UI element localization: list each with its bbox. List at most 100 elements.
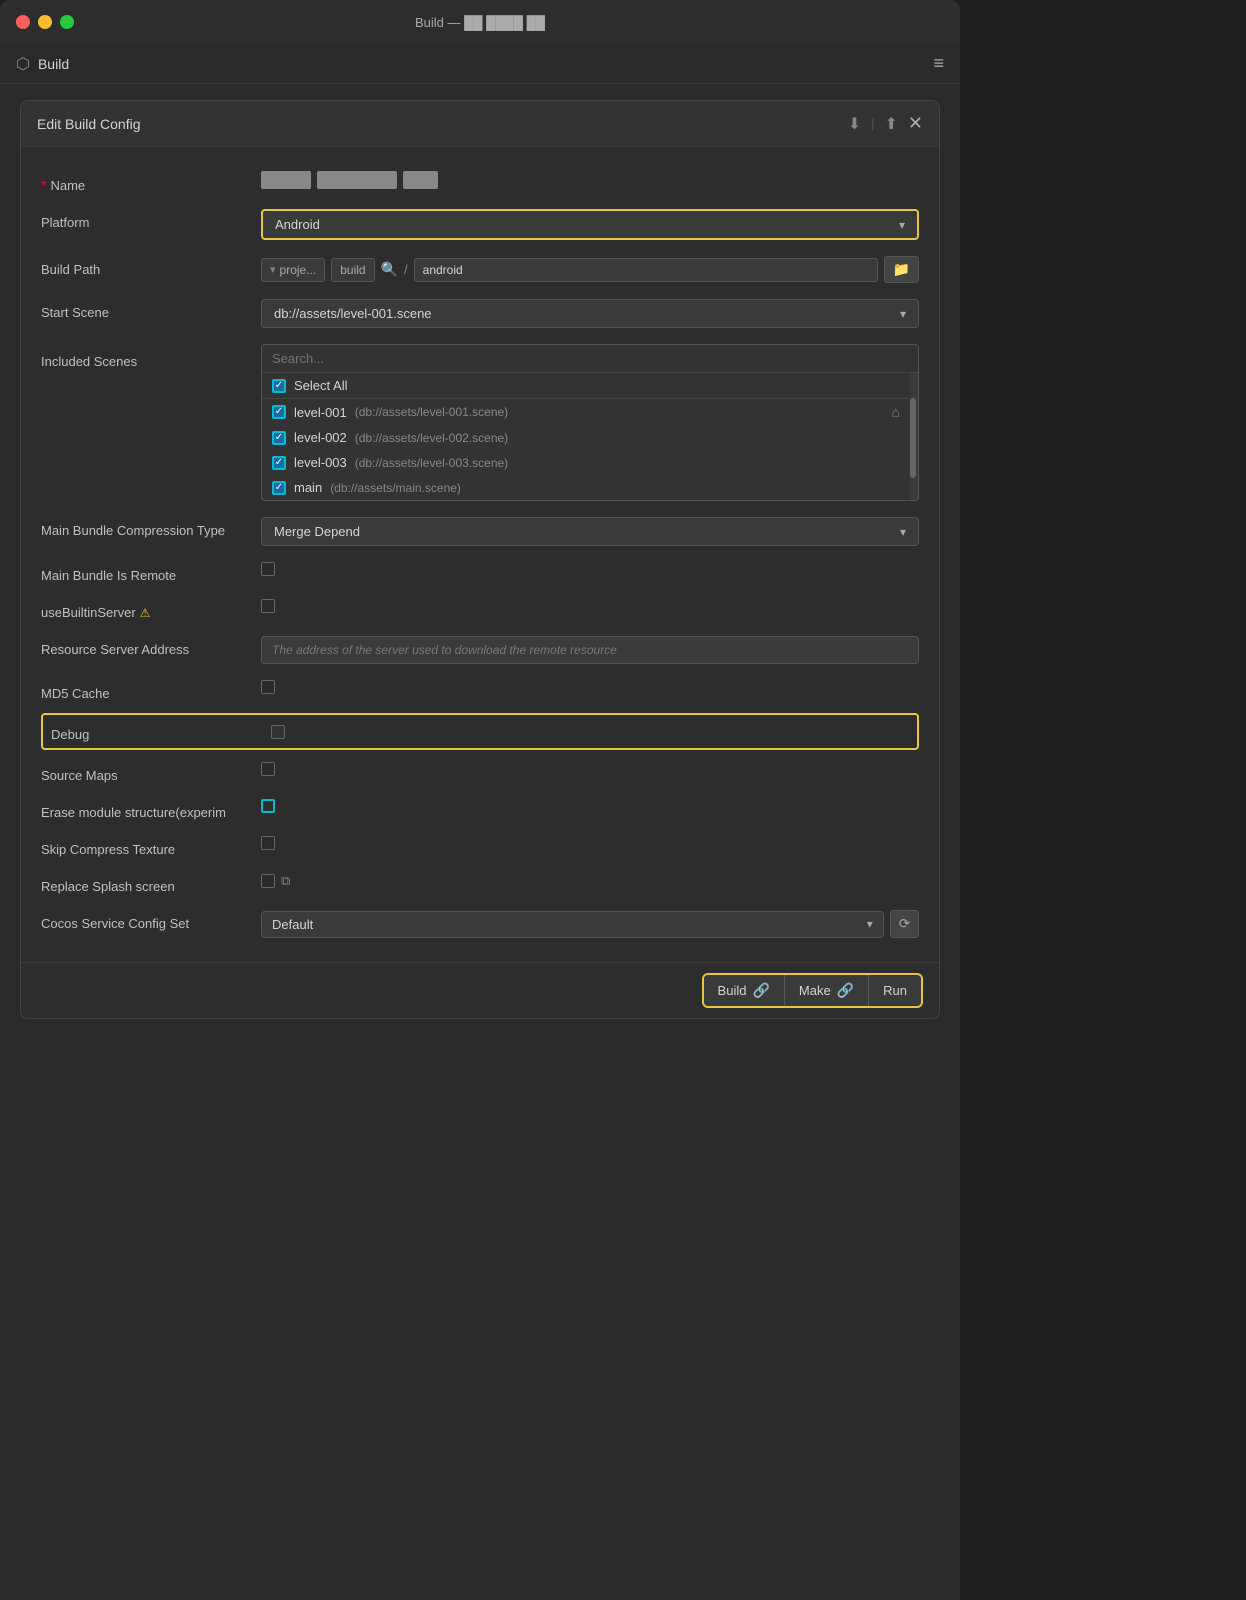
name-block-1 [261, 171, 311, 189]
skip-compress-control [261, 836, 919, 850]
dialog-footer: Build 🔗 Make 🔗 Run [21, 962, 939, 1018]
footer-buttons: Build 🔗 Make 🔗 Run [702, 973, 923, 1008]
dialog-header: Edit Build Config ⬇ | ⬆ ✕ [21, 101, 939, 147]
scenes-panel: ✓ Select All ✓ level-001 [261, 344, 919, 501]
window-controls [16, 15, 74, 29]
build-path-row: Build Path ▾ proje... build 🔍 / android [41, 248, 919, 291]
cocos-config-control: Default ▾ ⟳ [261, 910, 919, 938]
select-all-checkbox[interactable]: ✓ [272, 379, 286, 393]
run-button[interactable]: Run [869, 976, 921, 1005]
cocos-config-value: Default [272, 917, 313, 932]
start-scene-label: Start Scene [41, 299, 261, 320]
build-button[interactable]: Build 🔗 [704, 975, 785, 1006]
build-path-control: ▾ proje... build 🔍 / android 📁 [261, 256, 919, 283]
replace-splash-checkbox[interactable] [261, 874, 275, 888]
skip-compress-checkbox[interactable] [261, 836, 275, 850]
replace-splash-label: Replace Splash screen [41, 873, 261, 894]
compression-label: Main Bundle Compression Type [41, 517, 261, 538]
cocos-config-row-inner: Default ▾ ⟳ [261, 910, 919, 938]
resource-server-control[interactable]: The address of the server used to downlo… [261, 636, 919, 664]
maximize-window-button[interactable] [60, 15, 74, 29]
download-icon[interactable]: ⬇ [848, 114, 861, 134]
platform-select[interactable]: Android ▾ [261, 209, 919, 240]
minimize-window-button[interactable] [38, 15, 52, 29]
scene-checkbox-level003[interactable]: ✓ [272, 456, 286, 470]
builtin-server-label: useBuiltinServer ⚠ [41, 599, 261, 620]
select-all-item[interactable]: ✓ Select All [262, 373, 910, 399]
scene-name-main: main [294, 480, 322, 495]
name-control [261, 171, 919, 189]
close-window-button[interactable] [16, 15, 30, 29]
builtin-server-control [261, 599, 919, 613]
close-dialog-button[interactable]: ✕ [908, 113, 923, 134]
scene-checkbox-level002[interactable]: ✓ [272, 431, 286, 445]
source-maps-control [261, 762, 919, 776]
appbar: ⬡ Build ≡ [0, 44, 960, 84]
dialog-title: Edit Build Config [37, 116, 141, 132]
platform-control[interactable]: Android ▾ [261, 209, 919, 240]
external-link-icon[interactable]: ⧉ [281, 873, 290, 889]
chevron-down-icon: ▾ [900, 525, 906, 539]
name-block-3 [403, 171, 438, 189]
md5-cache-checkbox[interactable] [261, 680, 275, 694]
compression-control[interactable]: Merge Depend ▾ [261, 517, 919, 546]
chevron-down-icon: ▾ [900, 307, 906, 321]
name-block-2 [317, 171, 397, 189]
menu-icon[interactable]: ≡ [933, 53, 944, 74]
replace-splash-control: ⧉ [261, 873, 919, 889]
source-maps-checkbox[interactable] [261, 762, 275, 776]
scene-checkbox-level001[interactable]: ✓ [272, 405, 286, 419]
cocos-config-row: Cocos Service Config Set Default ▾ ⟳ [41, 902, 919, 946]
cocos-config-action-button[interactable]: ⟳ [890, 910, 919, 938]
select-all-label: Select All [294, 378, 347, 393]
scene-path-level003: (db://assets/level-003.scene) [355, 456, 508, 470]
compression-select[interactable]: Merge Depend ▾ [261, 517, 919, 546]
compression-value: Merge Depend [274, 524, 360, 539]
scenes-content: ✓ Select All ✓ level-001 [262, 373, 910, 500]
resource-server-label: Resource Server Address [41, 636, 261, 657]
scene-item-level001[interactable]: ✓ level-001 (db://assets/level-001.scene… [262, 399, 910, 425]
scenes-scrollbar[interactable] [910, 373, 918, 500]
erase-module-checkbox[interactable] [261, 799, 275, 813]
erase-module-control [261, 799, 919, 813]
export-icon[interactable]: ⬆ [885, 114, 898, 134]
make-button[interactable]: Make 🔗 [785, 975, 869, 1006]
cocos-config-select[interactable]: Default ▾ [261, 911, 884, 938]
included-scenes-label: Included Scenes [41, 344, 261, 369]
name-input-visual [261, 171, 919, 189]
resource-server-input[interactable]: The address of the server used to downlo… [261, 636, 919, 664]
builtin-server-checkbox[interactable] [261, 599, 275, 613]
md5-cache-row: MD5 Cache [41, 672, 919, 709]
checkmark-icon: ✓ [275, 433, 283, 443]
skip-compress-label: Skip Compress Texture [41, 836, 261, 857]
debug-checkbox[interactable] [271, 725, 285, 739]
appbar-title: Build [38, 56, 69, 72]
build-path-value[interactable]: android [414, 258, 878, 282]
scene-item-main[interactable]: ✓ main (db://assets/main.scene) [262, 475, 910, 500]
checkmark-icon: ✓ [275, 458, 283, 468]
start-scene-row: Start Scene db://assets/level-001.scene … [41, 291, 919, 336]
appbar-left: ⬡ Build [16, 54, 69, 74]
resource-server-row: Resource Server Address The address of t… [41, 628, 919, 672]
source-maps-label: Source Maps [41, 762, 261, 783]
browse-folder-button[interactable]: 📁 [884, 256, 919, 283]
build-path-folder[interactable]: build [331, 258, 374, 282]
home-icon: ⌂ [892, 404, 900, 420]
checkmark-icon: ✓ [275, 407, 283, 417]
scene-item-level003[interactable]: ✓ level-003 (db://assets/level-003.scene… [262, 450, 910, 475]
platform-row: Platform Android ▾ [41, 201, 919, 248]
scene-item-level002[interactable]: ✓ level-002 (db://assets/level-002.scene… [262, 425, 910, 450]
search-icon[interactable]: 🔍 [381, 261, 398, 278]
start-scene-select[interactable]: db://assets/level-001.scene ▾ [261, 299, 919, 328]
start-scene-control[interactable]: db://assets/level-001.scene ▾ [261, 299, 919, 328]
compression-row: Main Bundle Compression Type Merge Depen… [41, 509, 919, 554]
bundle-remote-checkbox[interactable] [261, 562, 275, 576]
platform-value: Android [275, 217, 320, 232]
build-path-prefix[interactable]: ▾ proje... [261, 258, 325, 282]
erase-module-row: Erase module structure(experim [41, 791, 919, 828]
scenes-search-input[interactable] [272, 351, 908, 366]
scene-checkbox-main[interactable]: ✓ [272, 481, 286, 495]
scene-path-level002: (db://assets/level-002.scene) [355, 431, 508, 445]
checkmark-icon: ✓ [275, 381, 283, 391]
scene-path-level001: (db://assets/level-001.scene) [355, 405, 508, 419]
